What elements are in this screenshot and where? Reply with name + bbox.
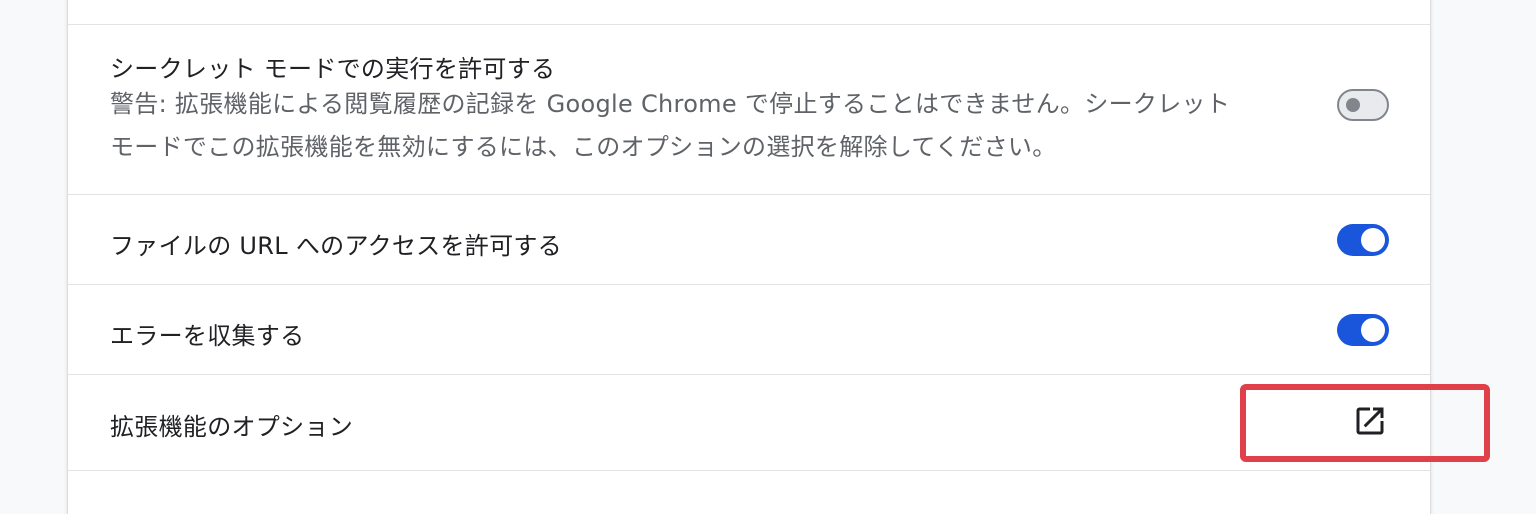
- file-url-toggle[interactable]: [1337, 224, 1389, 256]
- incognito-row: シークレット モードでの実行を許可する 警告: 拡張機能による閲覧履歴の記録を …: [68, 24, 1430, 194]
- collect-errors-toggle[interactable]: [1337, 314, 1389, 346]
- extension-options-title: 拡張機能のオプション: [110, 413, 353, 441]
- file-url-row: ファイルの URL へのアクセスを許可する: [68, 194, 1430, 285]
- highlight-box: [1240, 384, 1490, 462]
- incognito-warning-line1: 警告: 拡張機能による閲覧履歴の記録を Google Chrome で停止するこ…: [110, 90, 1231, 118]
- incognito-title: シークレット モードでの実行を許可する: [110, 55, 556, 83]
- extension-settings-card: シークレット モードでの実行を許可する 警告: 拡張機能による閲覧履歴の記録を …: [68, 0, 1430, 514]
- toggle-knob: [1361, 318, 1385, 342]
- collect-errors-title: エラーを収集する: [110, 322, 305, 350]
- incognito-warning-line2: モードでこの拡張機能を無効にするには、このオプションの選択を解除してください。: [110, 133, 1057, 161]
- bottom-divider: [68, 470, 1430, 471]
- toggle-knob: [1346, 98, 1360, 112]
- toggle-knob: [1361, 228, 1385, 252]
- file-url-title: ファイルの URL へのアクセスを許可する: [110, 232, 562, 260]
- collect-errors-row: エラーを収集する: [68, 284, 1430, 375]
- extension-options-row[interactable]: 拡張機能のオプション: [68, 374, 1430, 470]
- incognito-toggle[interactable]: [1337, 89, 1389, 121]
